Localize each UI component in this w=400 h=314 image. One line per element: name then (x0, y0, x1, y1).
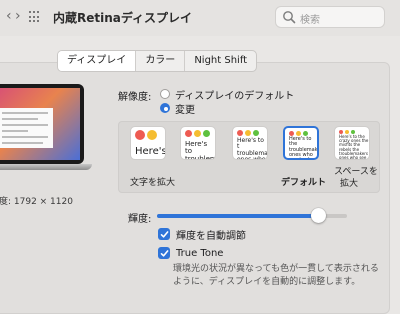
laptop-preview (0, 84, 84, 164)
scale-label-more-space-2: 拡大 (340, 179, 359, 189)
true-tone-description: 環境光の状況が異なっても色が一貫して表示される ように、ディスプレイを自動的に調… (173, 263, 379, 289)
back-icon[interactable]: ‹ (6, 9, 12, 23)
radio-button[interactable] (160, 89, 170, 99)
window-buttons-icon (237, 130, 261, 136)
window-buttons-icon (185, 130, 212, 137)
laptop-window-thumbnail (0, 108, 53, 148)
auto-brightness-row[interactable]: 輝度を自動調節 (158, 227, 246, 242)
resolution-readout: 度: 1792 × 1120 (0, 197, 73, 207)
show-all-grid-icon[interactable] (29, 11, 41, 23)
title-bar: ‹ › 内蔵Retinaディスプレイ 検索 (0, 0, 400, 36)
tab-color[interactable]: カラー (136, 51, 186, 71)
scale-option-4[interactable]: Here's to the troublemakers ones who see… (283, 126, 319, 160)
checkmark-icon (160, 230, 168, 238)
scale-option-3-sample: Here's to t troublemak ones who (237, 137, 268, 160)
search-placeholder: 検索 (300, 15, 320, 26)
scale-label-default: デフォルト (281, 178, 327, 188)
scale-label-larger: 文字を拡大 (130, 178, 176, 188)
window-buttons-icon (135, 130, 159, 140)
tab-bar: ディスプレイ カラー Night Shift (57, 50, 258, 72)
radio-default-label: ディスプレイのデフォルト (175, 90, 295, 102)
scale-option-4-sample: Here's to the troublemakers ones who see… (289, 136, 318, 160)
scale-option-3[interactable]: Here's to t troublemak ones who (232, 126, 268, 160)
laptop-base (0, 164, 92, 170)
tab-display[interactable]: ディスプレイ (58, 51, 137, 71)
search-field[interactable]: 検索 (275, 6, 385, 28)
radio-button-selected[interactable] (160, 103, 170, 113)
true-tone-row[interactable]: True Tone (158, 246, 223, 260)
auto-brightness-checkbox[interactable] (158, 228, 170, 240)
window-title: 内蔵Retinaディスプレイ (53, 11, 193, 25)
brightness-slider-thumb[interactable] (311, 208, 326, 223)
brightness-slider-fill (157, 214, 319, 218)
forward-icon[interactable]: › (15, 9, 21, 23)
checkmark-icon (160, 249, 168, 257)
radio-scaled-label: 変更 (175, 104, 195, 116)
scale-option-1[interactable]: Here's (130, 126, 166, 160)
scale-option-5-sample: Here's to the crazy ones the misfits the… (339, 134, 369, 160)
scale-option-2[interactable]: Here's to troublemak (180, 126, 216, 160)
radio-default[interactable]: ディスプレイのデフォルト (160, 87, 295, 102)
search-icon (283, 11, 296, 24)
scale-option-5[interactable]: Here's to the crazy ones the misfits the… (334, 126, 370, 160)
true-tone-checkbox[interactable] (158, 247, 170, 259)
true-tone-label: True Tone (176, 247, 224, 259)
scale-option-2-sample: Here's to troublemak (185, 140, 215, 160)
scale-option-1-sample: Here's (135, 146, 166, 157)
resolution-label: 解像度: (118, 92, 152, 103)
true-tone-description-line1: 環境光の状況が異なっても色が一貫して表示される (173, 264, 379, 274)
true-tone-description-line2: ように、ディスプレイを自動的に調整します。 (173, 277, 361, 287)
laptop-wallpaper (0, 88, 80, 160)
tab-night-shift[interactable]: Night Shift (185, 51, 256, 71)
radio-scaled[interactable]: 変更 (160, 101, 195, 116)
auto-brightness-label: 輝度を自動調節 (176, 230, 246, 242)
brightness-label: 輝度: (128, 214, 152, 225)
